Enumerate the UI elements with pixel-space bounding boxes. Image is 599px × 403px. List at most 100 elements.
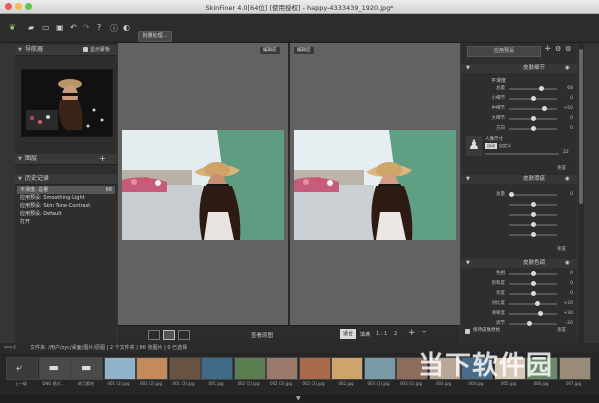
image-thumb[interactable] (103, 357, 136, 380)
smoothing-reset-button[interactable]: 重置 (557, 165, 566, 171)
image-thumb[interactable] (136, 357, 168, 380)
redo-icon[interactable]: ↷ (83, 23, 90, 32)
skin-blemish-header[interactable]: ▼ 皮肤瑕疵 ◉ (461, 175, 577, 184)
slider-knob[interactable] (531, 291, 536, 296)
undo-icon[interactable]: ↶ (70, 23, 77, 32)
slider-track[interactable] (509, 232, 557, 237)
image-thumb[interactable] (168, 357, 201, 380)
slider-knob[interactable] (531, 232, 536, 237)
person-custom-button[interactable]: 自定义 (499, 143, 511, 149)
image-thumb[interactable] (233, 357, 266, 380)
slider-row[interactable] (461, 211, 577, 219)
split-view-icon[interactable] (163, 330, 175, 340)
folder-thumb[interactable]: ⤶ (6, 357, 38, 380)
history-item[interactable]: 应用预设: Default (17, 210, 115, 218)
slider-row[interactable] (461, 201, 577, 209)
slider-row[interactable]: 方向 0 (461, 125, 577, 133)
slider-track[interactable] (509, 212, 557, 217)
slider-row[interactable]: 中细节 +50 (461, 105, 577, 113)
history-item[interactable]: 应用预设: Skin Tone-Contrast (17, 202, 115, 210)
settings-gear-icon[interactable]: ⚙ (555, 45, 561, 53)
slider-knob[interactable] (509, 192, 514, 197)
folder-thumb[interactable]: ▬ (71, 357, 103, 380)
slider-row[interactable]: 清晰度 +30 (461, 310, 577, 318)
zoom-in-icon[interactable]: + (408, 328, 416, 338)
slider-knob[interactable] (526, 321, 532, 326)
slider-row[interactable] (461, 231, 577, 239)
slider-row[interactable]: 对比度 +20 (461, 300, 577, 308)
add-preset-icon[interactable]: + (544, 44, 552, 54)
history-item[interactable]: 打开 (17, 218, 115, 226)
view-original-button[interactable]: 查看原图 (251, 331, 273, 339)
slider-knob[interactable] (531, 116, 536, 121)
history-item[interactable]: 应用预设: Smoothing-Light (17, 194, 115, 202)
slider-track[interactable] (509, 86, 557, 91)
show-overlay-checkbox[interactable] (83, 47, 88, 52)
add-layer-icon[interactable]: + (99, 154, 106, 164)
fill-button[interactable]: 填满 (360, 331, 370, 338)
slider-knob[interactable] (537, 311, 543, 316)
right-scrollbar[interactable] (578, 43, 584, 343)
single-view-icon[interactable] (148, 330, 160, 340)
options-gear-icon[interactable]: ⚙ (565, 45, 571, 53)
slider-knob[interactable] (531, 222, 536, 227)
slider-knob[interactable] (531, 126, 536, 131)
image-thumb[interactable] (363, 357, 396, 380)
person-auto-button[interactable]: 自动 (485, 143, 497, 149)
slider-track[interactable] (509, 321, 557, 326)
folder-thumb[interactable]: ▬ (38, 357, 71, 380)
slider-knob[interactable] (531, 281, 536, 286)
skin-tone-header[interactable]: ▼ 皮肤色调 ◉ (461, 259, 577, 268)
keep-skin-checkbox[interactable] (465, 329, 470, 334)
slider-track[interactable] (509, 202, 557, 207)
slider-track[interactable] (509, 192, 557, 197)
slider-track[interactable] (509, 281, 557, 286)
fit-button[interactable]: 适合 (340, 329, 357, 339)
power-toggle-icon[interactable]: ◉ (565, 175, 570, 184)
slider-track[interactable] (509, 271, 557, 276)
save-icon[interactable]: ▣ (56, 23, 64, 32)
help-icon[interactable]: ? (97, 23, 101, 32)
slider-track[interactable] (509, 291, 557, 296)
slider-track[interactable] (509, 126, 557, 131)
compare-view[interactable]: 编辑前 编辑后 (118, 43, 460, 325)
history-header[interactable]: ▼ 历史记录 (15, 174, 117, 185)
preset-select[interactable]: 应用预设 (467, 46, 541, 57)
stack-view-icon[interactable] (178, 330, 190, 340)
image-thumb[interactable] (298, 357, 331, 380)
history-item[interactable]: 平滑度: 总量 68 (17, 186, 115, 194)
image-thumb[interactable] (266, 357, 298, 380)
open-folder-icon[interactable]: ▰ (28, 23, 34, 32)
image-thumb[interactable] (331, 357, 363, 380)
nav-arrows-icon[interactable]: ⇦⇨⇧ (4, 343, 17, 353)
slider-row[interactable]: 总量 0 (461, 191, 577, 199)
slider-knob[interactable] (531, 271, 536, 276)
slider-track[interactable] (509, 301, 557, 306)
slider-row[interactable]: 色相 0 (461, 270, 577, 278)
zoom-ratio[interactable]: 1 : 1 (376, 331, 387, 337)
slider-track[interactable] (509, 106, 557, 111)
info-icon[interactable]: ⓘ (110, 23, 118, 34)
person-size-slider[interactable] (485, 153, 559, 155)
navigator-preview[interactable] (21, 69, 113, 137)
slider-row[interactable]: 亮度 0 (461, 290, 577, 298)
skin-detail-header[interactable]: ▼ 皮肤细节 ◉ (461, 64, 577, 73)
slider-knob[interactable] (538, 86, 544, 91)
slider-row[interactable]: 饱和度 0 (461, 280, 577, 288)
scrollbar-thumb[interactable] (579, 49, 583, 204)
power-toggle-icon[interactable]: ◉ (565, 64, 570, 73)
slider-knob[interactable] (542, 106, 547, 111)
zoom-out-icon[interactable]: – (422, 327, 427, 337)
slider-row[interactable]: 总量 68 (461, 85, 577, 93)
compare-icon[interactable]: ◐ (123, 23, 130, 32)
slider-track[interactable] (509, 311, 557, 316)
power-toggle-icon[interactable]: ◉ (565, 259, 570, 268)
slider-knob[interactable] (531, 202, 536, 207)
image-thumb[interactable] (201, 357, 233, 380)
slider-row[interactable] (461, 221, 577, 229)
slider-knob[interactable] (531, 212, 536, 217)
slider-knob[interactable] (531, 96, 536, 101)
slider-track[interactable] (509, 222, 557, 227)
image-thumb[interactable] (558, 357, 591, 380)
slider-row[interactable]: 大细节 0 (461, 115, 577, 123)
